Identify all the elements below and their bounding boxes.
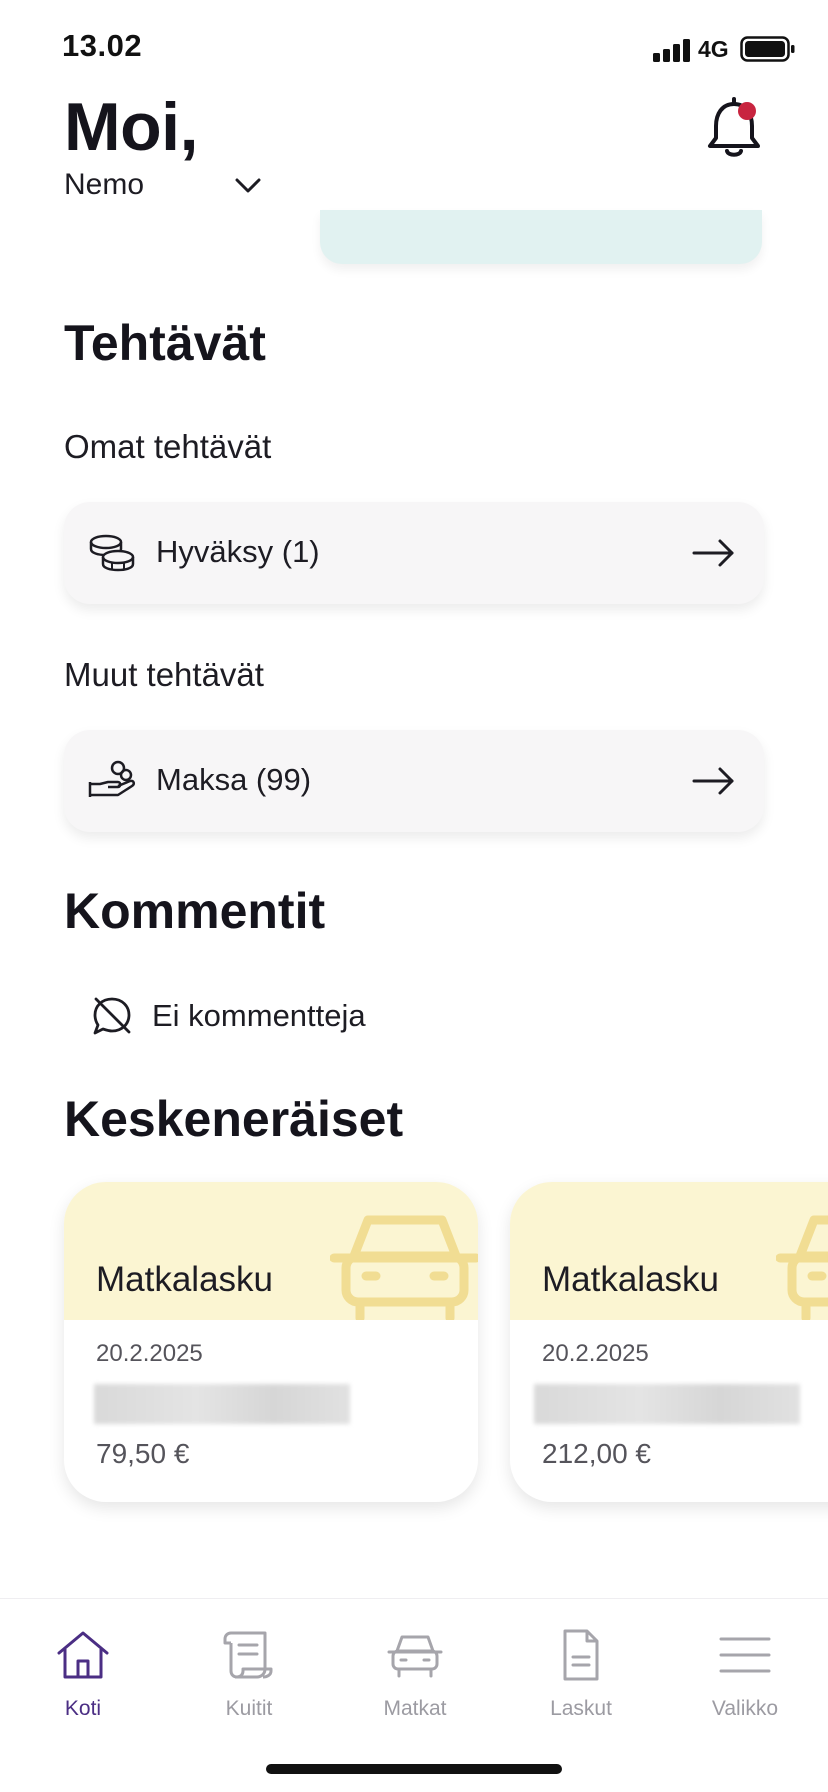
- car-icon: [387, 1635, 443, 1678]
- arrow-right-icon: [692, 767, 734, 795]
- home-icon: [57, 1631, 109, 1679]
- drafts-title: Keskeneräiset: [64, 1091, 404, 1147]
- draft-amount: 79,50 €: [96, 1438, 190, 1469]
- nav-label: Koti: [64, 1697, 102, 1720]
- user-name[interactable]: Nemo: [64, 168, 144, 202]
- redacted-text: [94, 1384, 350, 1424]
- pay-task-card[interactable]: Maksa (99): [64, 730, 764, 832]
- battery-icon: [740, 36, 795, 62]
- approve-task-label: Hyväksy (1): [156, 534, 320, 569]
- tasks-title: Tehtävät: [64, 315, 266, 371]
- receipt-icon: [223, 1631, 273, 1679]
- comments-title: Kommentit: [64, 883, 326, 939]
- home-screen: 13.02 4G Moi, Nemo Tehtävät Omat tehtävä…: [0, 0, 828, 1792]
- nav-item-menu[interactable]: Valikko: [662, 1599, 828, 1739]
- draft-date: 20.2.2025: [542, 1340, 649, 1367]
- draft-title: Matkalasku: [96, 1260, 274, 1299]
- nav-item-invoices[interactable]: Laskut: [498, 1599, 664, 1739]
- nav-label: Matkat: [383, 1697, 447, 1720]
- car-icon: [330, 1215, 478, 1320]
- home-indicator[interactable]: [266, 1764, 562, 1774]
- nav-item-trips[interactable]: Matkat: [332, 1599, 498, 1739]
- own-tasks-title: Omat tehtävät: [64, 428, 272, 465]
- pay-task-label: Maksa (99): [156, 762, 312, 797]
- nav-label: Kuitit: [225, 1697, 273, 1720]
- document-icon: [563, 1629, 599, 1681]
- approve-task-card[interactable]: Hyväksy (1): [64, 502, 764, 604]
- status-time: 13.02: [62, 28, 143, 63]
- coins-icon: [89, 534, 135, 572]
- draft-card[interactable]: Matkalasku 20.2.2025 79,50 €: [64, 1182, 478, 1502]
- greeting-title: Moi,: [64, 89, 198, 165]
- nav-item-home[interactable]: Koti: [0, 1599, 166, 1739]
- network-label: 4G: [698, 36, 729, 62]
- nav-label: Laskut: [550, 1697, 612, 1720]
- car-icon: [776, 1215, 828, 1320]
- nav-item-receipts[interactable]: Kuitit: [166, 1599, 332, 1739]
- arrow-right-icon: [692, 539, 734, 567]
- draft-date: 20.2.2025: [96, 1340, 203, 1367]
- bottom-nav: Koti Kuitit Matkat Laskut Valikko: [0, 1598, 828, 1792]
- no-comments-label: Ei kommentteja: [152, 998, 366, 1033]
- notification-dot: [738, 102, 756, 120]
- draft-title: Matkalasku: [542, 1260, 720, 1299]
- signal-icon: [653, 39, 690, 62]
- draft-card[interactable]: Matkalasku 20.2.2025 212,00 €: [510, 1182, 828, 1502]
- other-tasks-title: Muut tehtävät: [64, 656, 264, 693]
- summary-card[interactable]: [320, 210, 762, 264]
- draft-amount: 212,00 €: [542, 1438, 651, 1469]
- chevron-down-icon[interactable]: [232, 172, 264, 200]
- hand-coins-icon: [88, 760, 135, 797]
- bell-icon[interactable]: [704, 96, 764, 160]
- nav-label: Valikko: [711, 1697, 779, 1720]
- menu-icon: [719, 1637, 771, 1673]
- status-bar: 13.02 4G: [0, 0, 828, 90]
- redacted-text: [534, 1384, 800, 1424]
- no-comments-icon: [93, 997, 131, 1035]
